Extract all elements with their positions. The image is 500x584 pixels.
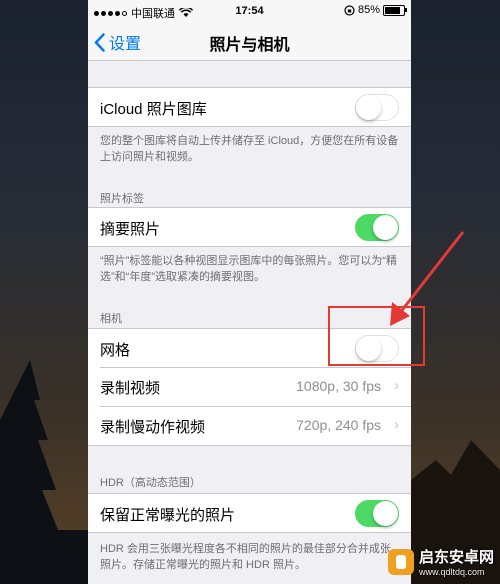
record-slomo-label: 录制慢动作视频 <box>100 419 206 436</box>
icloud-photo-library-row[interactable]: iCloud 照片图库 <box>88 87 411 127</box>
watermark-logo-icon <box>388 548 414 575</box>
status-bar: 中国联通 17:54 85% <box>88 0 411 22</box>
navigation-bar: 设置 照片与相机 <box>88 22 411 61</box>
keep-normal-photo-toggle[interactable] <box>355 500 399 527</box>
icloud-photo-library-toggle[interactable] <box>355 94 399 121</box>
grid-label: 网格 <box>100 342 131 359</box>
battery-percent: 85% <box>357 4 380 16</box>
summary-photos-label: 摘要照片 <box>100 221 161 238</box>
hdr-header: HDR（高动态范围） <box>100 477 201 489</box>
battery-icon <box>383 4 407 16</box>
watermark: 启东安卓网 www.qdltdq.com <box>388 546 494 577</box>
record-video-row[interactable]: 录制视频 1080p, 30 fps › <box>88 367 411 407</box>
hdr-footnote: HDR 会用三张曝光程度各不相同的照片的最佳部分合并成张照片。存储正常曝光的照片… <box>100 543 391 571</box>
rotation-lock-icon <box>344 4 355 16</box>
record-slomo-row[interactable]: 录制慢动作视频 720p, 240 fps › <box>88 406 411 446</box>
phone-screen: 中国联通 17:54 85% 设置 照片与相机 iCloud 照片图库 您的整个… <box>88 0 411 584</box>
photos-tab-header: 照片标签 <box>100 193 144 205</box>
icloud-photo-library-label: iCloud 照片图库 <box>100 101 207 118</box>
icloud-footnote: 您的整个图库将自动上传并储存至 iCloud，方便您在所有设备上访问照片和视频。 <box>100 135 399 163</box>
camera-header: 相机 <box>100 313 122 325</box>
summary-photos-toggle[interactable] <box>355 214 399 241</box>
summary-photos-row[interactable]: 摘要照片 <box>88 207 411 247</box>
keep-normal-photo-row[interactable]: 保留正常曝光的照片 <box>88 493 411 533</box>
tree-silhouette <box>0 360 88 584</box>
keep-normal-photo-label: 保留正常曝光的照片 <box>100 507 236 524</box>
annotation-highlight-box <box>328 306 425 366</box>
watermark-title: 启东安卓网 <box>419 549 495 566</box>
chevron-right-icon: › <box>394 377 399 394</box>
record-video-label: 录制视频 <box>100 380 161 397</box>
photos-tab-footnote: “照片”标签能以各种视图显示图库中的每张照片。您可以为“精选”和“年度”选取紧凑… <box>100 255 397 283</box>
record-video-value: 1080p, 30 fps <box>296 378 381 394</box>
watermark-url: www.qdltdq.com <box>419 567 485 577</box>
record-slomo-value: 720p, 240 fps <box>296 417 381 433</box>
chevron-right-icon: › <box>394 416 399 433</box>
page-title: 照片与相机 <box>209 37 290 54</box>
